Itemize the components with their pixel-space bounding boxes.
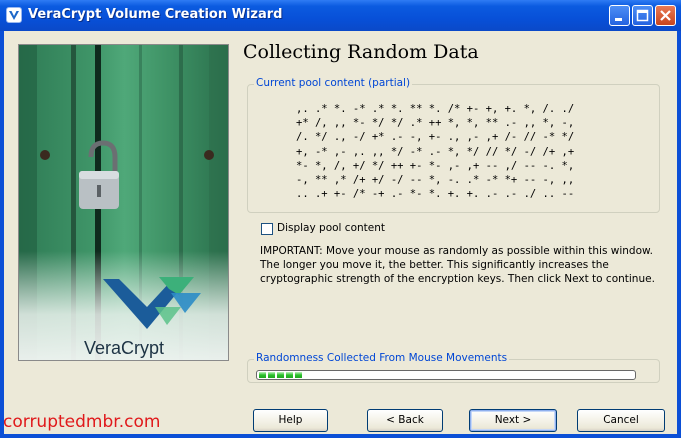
- pool-content-legend: Current pool content (partial): [254, 77, 413, 89]
- pool-line: .. .+ +- /* -+ .- *- *. +. +. .- .- ./ .…: [296, 188, 575, 201]
- pool-content-group: Current pool content (partial) ,. .* *. …: [247, 77, 660, 213]
- watermark-text: corruptedmbr.com: [3, 412, 161, 432]
- cancel-button[interactable]: Cancel: [577, 409, 665, 432]
- pool-line: +, -* ,- ,. ,, */ -* .- *, */ // */ -/ /…: [296, 145, 575, 158]
- progress-segment: [277, 372, 284, 378]
- page-title: Collecting Random Data: [243, 41, 479, 63]
- pool-line: ,. .* *. -* .* *. ** *. /* +- +, +. *, /…: [296, 103, 575, 115]
- brand-text: VeraCrypt: [84, 338, 164, 358]
- close-icon: [660, 10, 671, 21]
- randomness-progress-bar: [256, 370, 636, 380]
- next-button[interactable]: Next >: [469, 409, 557, 432]
- pool-line: -, ** ,* /+ +/ -/ -- *, -. .* -* *+ -- -…: [296, 174, 575, 187]
- maximize-icon: [636, 9, 649, 22]
- pool-line: *- *, /, +/ */ ++ +- *- ,- ,+ -- ,/ -- -…: [296, 159, 575, 172]
- progress-segment: [268, 372, 275, 378]
- minimize-button[interactable]: [609, 5, 630, 26]
- title-bar[interactable]: VeraCrypt Volume Creation Wizard: [0, 0, 681, 31]
- close-button[interactable]: [655, 5, 676, 26]
- important-notice: IMPORTANT: Move your mouse as randomly a…: [260, 245, 655, 285]
- randomness-legend: Randomness Collected From Mouse Movement…: [254, 352, 510, 364]
- pool-content-text: ,. .* *. -* .* *. ** *. /* +- +, +. *, /…: [296, 102, 574, 201]
- padlock-door-image: VeraCrypt: [19, 45, 228, 360]
- wizard-window: VeraCrypt Volume Creation Wizard VeraCry…: [0, 0, 681, 438]
- back-button[interactable]: < Back: [367, 409, 443, 432]
- minimize-icon: [615, 18, 622, 21]
- display-pool-label[interactable]: Display pool content: [277, 222, 385, 234]
- progress-segment: [295, 372, 302, 378]
- progress-segment: [286, 372, 293, 378]
- wizard-side-image: VeraCrypt: [18, 44, 229, 361]
- window-title: VeraCrypt Volume Creation Wizard: [28, 7, 283, 22]
- help-button[interactable]: Help: [253, 409, 328, 432]
- pool-line: +* /, ,, *- */ */ .* ++ *, *, ** .- ,, *…: [296, 117, 575, 130]
- maximize-button[interactable]: [632, 5, 653, 26]
- veracrypt-app-icon[interactable]: [6, 7, 22, 23]
- progress-fill: [259, 372, 302, 378]
- display-pool-checkbox[interactable]: [261, 223, 273, 235]
- dialog-body: VeraCrypt Collecting Random Data Current…: [4, 31, 677, 434]
- randomness-group: Randomness Collected From Mouse Movement…: [247, 352, 660, 383]
- progress-segment: [259, 372, 266, 378]
- pool-line: /. */ ., -/ +* .- -, +- ., ,- ,+ /- // -…: [296, 131, 575, 144]
